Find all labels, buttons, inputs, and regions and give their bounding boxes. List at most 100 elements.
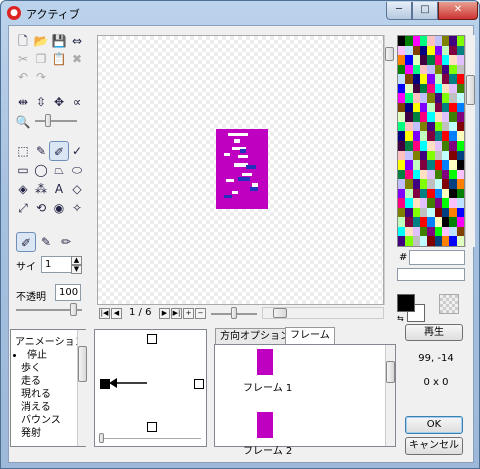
palette-swatch[interactable] (412, 188, 420, 199)
frame-list-scrollbar[interactable] (385, 345, 395, 446)
palette-swatch[interactable] (442, 55, 450, 65)
palette-swatch[interactable] (405, 131, 413, 141)
palette-swatch[interactable] (398, 160, 406, 170)
text-icon[interactable]: A (49, 179, 69, 199)
hex-input[interactable] (409, 250, 465, 265)
palette-swatch[interactable] (442, 45, 450, 56)
palette-swatch[interactable] (398, 188, 406, 199)
move-icon[interactable]: ✥ (49, 92, 69, 112)
palette-swatch[interactable] (427, 45, 435, 56)
palette-swatch[interactable] (398, 198, 406, 208)
animation-list-item[interactable]: 現れる (11, 388, 77, 401)
palette-swatch[interactable] (405, 141, 413, 151)
minimize-button[interactable]: ─ (386, 2, 412, 20)
palette-swatch[interactable] (434, 93, 442, 103)
frame-list[interactable]: フレーム 1 フレーム 2 (215, 345, 385, 457)
rotate-tool-icon[interactable]: ⟲ (31, 198, 51, 218)
palette-swatch[interactable] (412, 131, 420, 141)
palette-swatch[interactable] (456, 226, 464, 237)
palette-swatch[interactable] (434, 188, 442, 199)
palette-swatch[interactable] (427, 207, 435, 218)
direction-handle-right[interactable] (194, 379, 204, 389)
palette-swatch[interactable] (449, 36, 457, 46)
palette-swatch[interactable] (449, 150, 457, 161)
palette-swatch[interactable] (442, 93, 450, 103)
palette-swatch[interactable] (412, 102, 420, 113)
animation-list-item[interactable]: 発射 (11, 427, 77, 440)
canvas-vscroll-thumb[interactable] (385, 47, 394, 61)
palette-swatch[interactable] (442, 226, 450, 237)
opacity-slider-thumb[interactable] (70, 303, 77, 316)
lasso-icon[interactable]: ⬭ (67, 160, 87, 180)
frame-list-scroll-thumb[interactable] (386, 361, 395, 383)
palette-swatch[interactable] (456, 198, 464, 208)
palette-swatch[interactable] (442, 141, 450, 151)
palette-swatch[interactable] (442, 198, 450, 208)
close-button[interactable]: ✕ (438, 2, 478, 20)
palette-swatch[interactable] (449, 141, 457, 151)
palette-swatch[interactable] (412, 226, 420, 237)
palette-swatch[interactable] (405, 45, 413, 56)
brush-icon[interactable]: ✓ (67, 141, 87, 161)
eye-icon[interactable]: ◉ (49, 198, 69, 218)
palette-swatch[interactable] (405, 64, 413, 75)
palette-swatch[interactable] (427, 74, 435, 84)
palette-swatch[interactable] (456, 45, 464, 56)
palette-swatch[interactable] (434, 83, 442, 94)
palette-swatch[interactable] (405, 179, 413, 189)
palette-swatch[interactable] (420, 93, 428, 103)
palette-swatch[interactable] (427, 226, 435, 237)
swap-colors-icon[interactable]: ⇆ (397, 314, 404, 323)
palette-swatch[interactable] (434, 236, 442, 246)
first-frame-button[interactable]: |◀ (99, 308, 110, 319)
delete-icon[interactable]: ✖ (67, 49, 87, 69)
spray-icon[interactable]: ⁂ (31, 179, 51, 199)
palette-swatch[interactable] (405, 36, 413, 46)
paste-icon[interactable]: 📋 (49, 49, 69, 69)
brush-size-medium-icon[interactable]: ✎ (36, 232, 56, 252)
ellipse-icon[interactable]: ◯ (31, 160, 51, 180)
remove-frame-button[interactable]: − (195, 308, 206, 319)
size-input[interactable]: 1 (41, 256, 73, 273)
palette-swatch[interactable] (427, 179, 435, 189)
palette-swatch[interactable] (412, 198, 420, 208)
animation-list-item[interactable]: 歩く (11, 362, 77, 375)
palette-swatch[interactable] (449, 83, 457, 94)
palette-swatch[interactable] (427, 112, 435, 122)
zoom-slider-thumb[interactable] (231, 307, 237, 319)
palette-swatch[interactable] (420, 112, 428, 122)
palette-swatch[interactable] (412, 141, 420, 151)
animation-list-scrollbar[interactable] (77, 330, 87, 446)
palette-swatch[interactable] (449, 226, 457, 237)
palette-swatch[interactable] (412, 93, 420, 103)
select-rect-icon[interactable]: ⬚ (13, 141, 33, 161)
open-folder-icon[interactable]: 📂 (31, 31, 51, 51)
palette-swatch[interactable] (449, 207, 457, 218)
palette-swatch[interactable] (434, 64, 442, 75)
palette-swatch[interactable] (398, 150, 406, 161)
zoom-icon[interactable]: 🔍 (13, 112, 33, 132)
palette-swatch[interactable] (434, 74, 442, 84)
palette-swatch[interactable] (420, 160, 428, 170)
eraser-icon[interactable]: ◇ (67, 179, 87, 199)
animation-list-item[interactable]: バウンス (11, 414, 77, 427)
palette-swatch[interactable] (427, 236, 435, 246)
animation-list-item[interactable]: 走る (11, 375, 77, 388)
palette-swatch[interactable] (405, 150, 413, 161)
palette-swatch[interactable] (434, 102, 442, 113)
palette-swatch[interactable] (412, 179, 420, 189)
brush-size-small-icon[interactable]: ✏ (56, 232, 76, 252)
palette-swatch[interactable] (456, 93, 464, 103)
palette-swatch[interactable] (398, 36, 406, 46)
palette-swatch[interactable] (412, 160, 420, 170)
palette-swatch[interactable] (427, 217, 435, 227)
palette-swatch[interactable] (427, 55, 435, 65)
palette-swatch[interactable] (420, 83, 428, 94)
palette-swatch[interactable] (434, 169, 442, 180)
palette-swatch[interactable] (434, 36, 442, 46)
palette-swatch[interactable] (420, 217, 428, 227)
direction-slider-thumb[interactable] (99, 433, 104, 443)
palette-swatch[interactable] (449, 179, 457, 189)
palette-swatch[interactable] (456, 217, 464, 227)
palette-swatch[interactable] (434, 112, 442, 122)
